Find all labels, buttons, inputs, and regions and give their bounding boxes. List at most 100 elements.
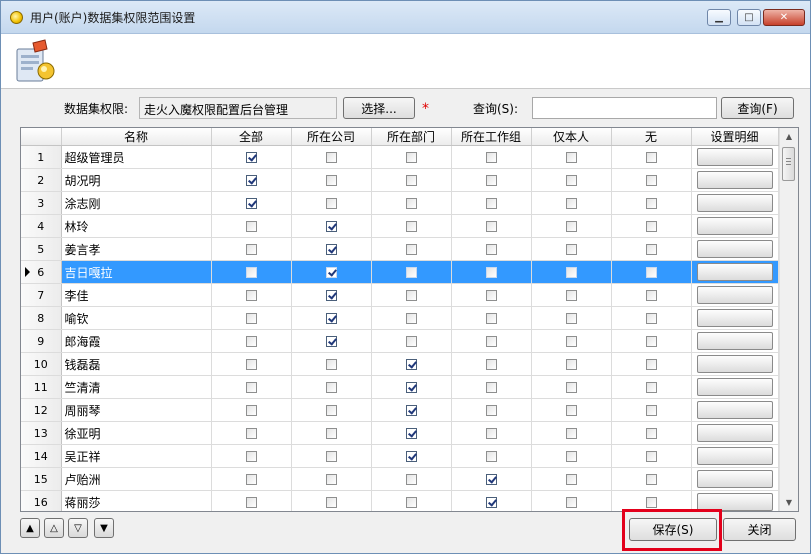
column-header[interactable]: 无: [611, 128, 692, 146]
checkbox-checked[interactable]: [325, 221, 337, 232]
checkbox-unchecked[interactable]: [645, 405, 657, 416]
checkbox-unchecked[interactable]: [325, 382, 337, 393]
checkbox-unchecked[interactable]: [485, 313, 497, 324]
checkbox-unchecked[interactable]: [485, 290, 497, 301]
checkbox-unchecked[interactable]: [405, 198, 417, 209]
checkbox-unchecked[interactable]: [645, 451, 657, 462]
move-up-button[interactable]: △: [44, 518, 64, 538]
move-top-button[interactable]: ▲: [20, 518, 40, 538]
table-row[interactable]: 1 超级管理员: [21, 145, 779, 169]
user-name-cell[interactable]: 超级管理员: [61, 145, 212, 169]
checkbox-unchecked[interactable]: [405, 290, 417, 301]
vertical-scrollbar[interactable]: ▲ ▼: [779, 128, 798, 511]
row-number[interactable]: 7: [21, 283, 62, 307]
table-row[interactable]: 8 喻钦: [21, 306, 779, 330]
detail-button[interactable]: [696, 401, 773, 419]
table-row[interactable]: 11 竺清清: [21, 375, 779, 399]
checkbox-unchecked[interactable]: [645, 497, 657, 508]
checkbox-unchecked[interactable]: [245, 474, 257, 485]
table-row[interactable]: 5 姜言孝: [21, 237, 779, 261]
checkbox-unchecked[interactable]: [565, 313, 577, 324]
checkbox-unchecked[interactable]: [645, 290, 657, 301]
checkbox-unchecked[interactable]: [485, 382, 497, 393]
row-number[interactable]: 11: [21, 375, 62, 399]
table-row[interactable]: 7 李佳: [21, 283, 779, 307]
checkbox-unchecked[interactable]: [645, 313, 657, 324]
checkbox-checked[interactable]: [245, 198, 257, 209]
checkbox-unchecked[interactable]: [645, 359, 657, 370]
table-row[interactable]: 3 涂志刚: [21, 191, 779, 215]
close-window-button[interactable]: ✕: [763, 9, 805, 26]
checkbox-unchecked[interactable]: [405, 221, 417, 232]
row-number[interactable]: 4: [21, 214, 62, 238]
table-row[interactable]: 13 徐亚明: [21, 421, 779, 445]
table-row[interactable]: 15 卢贻洲: [21, 467, 779, 491]
checkbox-unchecked[interactable]: [565, 382, 577, 393]
checkbox-checked[interactable]: [325, 290, 337, 301]
query-input[interactable]: [532, 97, 717, 119]
checkbox-unchecked[interactable]: [485, 359, 497, 370]
row-number[interactable]: 9: [21, 329, 62, 353]
row-number[interactable]: 1: [21, 145, 62, 169]
detail-button[interactable]: [696, 447, 773, 465]
checkbox-unchecked[interactable]: [645, 267, 657, 278]
checkbox-checked[interactable]: [485, 474, 497, 485]
user-name-cell[interactable]: 姜言孝: [61, 237, 212, 261]
user-name-cell[interactable]: 李佳: [61, 283, 212, 307]
checkbox-unchecked[interactable]: [485, 221, 497, 232]
select-button[interactable]: 选择...: [343, 97, 415, 119]
table-row[interactable]: 9 郎海霞: [21, 329, 779, 353]
checkbox-unchecked[interactable]: [645, 428, 657, 439]
scroll-down-icon[interactable]: ▼: [780, 494, 798, 511]
detail-button[interactable]: [696, 240, 773, 258]
checkbox-unchecked[interactable]: [565, 267, 577, 278]
row-number[interactable]: 2: [21, 168, 62, 192]
minimize-button[interactable]: ▁: [707, 9, 731, 26]
checkbox-unchecked[interactable]: [325, 175, 337, 186]
detail-button[interactable]: [696, 355, 773, 373]
checkbox-unchecked[interactable]: [245, 497, 257, 508]
checkbox-checked[interactable]: [245, 175, 257, 186]
table-row[interactable]: 4 林玲: [21, 214, 779, 238]
checkbox-checked[interactable]: [405, 428, 417, 439]
checkbox-unchecked[interactable]: [245, 382, 257, 393]
checkbox-unchecked[interactable]: [485, 198, 497, 209]
detail-button[interactable]: [696, 194, 773, 212]
row-number[interactable]: 8: [21, 306, 62, 330]
checkbox-unchecked[interactable]: [245, 313, 257, 324]
row-number[interactable]: 16: [21, 490, 62, 511]
row-number[interactable]: 10: [21, 352, 62, 376]
user-name-cell[interactable]: 吴正祥: [61, 444, 212, 468]
user-name-cell[interactable]: 周丽琴: [61, 398, 212, 422]
checkbox-unchecked[interactable]: [405, 267, 417, 278]
column-header[interactable]: 仅本人: [531, 128, 612, 146]
maximize-button[interactable]: □: [737, 9, 761, 26]
checkbox-unchecked[interactable]: [405, 497, 417, 508]
user-name-cell[interactable]: 卢贻洲: [61, 467, 212, 491]
row-number[interactable]: 5: [21, 237, 62, 261]
table-row[interactable]: 6 吉日嘎拉: [21, 260, 779, 284]
checkbox-unchecked[interactable]: [565, 221, 577, 232]
detail-button[interactable]: [696, 263, 773, 281]
checkbox-unchecked[interactable]: [565, 175, 577, 186]
checkbox-checked[interactable]: [325, 336, 337, 347]
checkbox-unchecked[interactable]: [645, 175, 657, 186]
user-name-cell[interactable]: 涂志刚: [61, 191, 212, 215]
checkbox-unchecked[interactable]: [405, 244, 417, 255]
column-header[interactable]: 所在公司: [291, 128, 372, 146]
checkbox-unchecked[interactable]: [245, 267, 257, 278]
checkbox-unchecked[interactable]: [485, 267, 497, 278]
checkbox-checked[interactable]: [325, 244, 337, 255]
checkbox-unchecked[interactable]: [485, 405, 497, 416]
checkbox-unchecked[interactable]: [325, 152, 337, 163]
checkbox-unchecked[interactable]: [645, 152, 657, 163]
checkbox-unchecked[interactable]: [485, 428, 497, 439]
user-name-cell[interactable]: 喻钦: [61, 306, 212, 330]
row-number[interactable]: 12: [21, 398, 62, 422]
scroll-up-icon[interactable]: ▲: [780, 128, 798, 145]
user-name-cell[interactable]: 吉日嘎拉: [61, 260, 212, 284]
checkbox-unchecked[interactable]: [645, 244, 657, 255]
checkbox-unchecked[interactable]: [565, 244, 577, 255]
checkbox-unchecked[interactable]: [405, 474, 417, 485]
table-row[interactable]: 2 胡况明: [21, 168, 779, 192]
